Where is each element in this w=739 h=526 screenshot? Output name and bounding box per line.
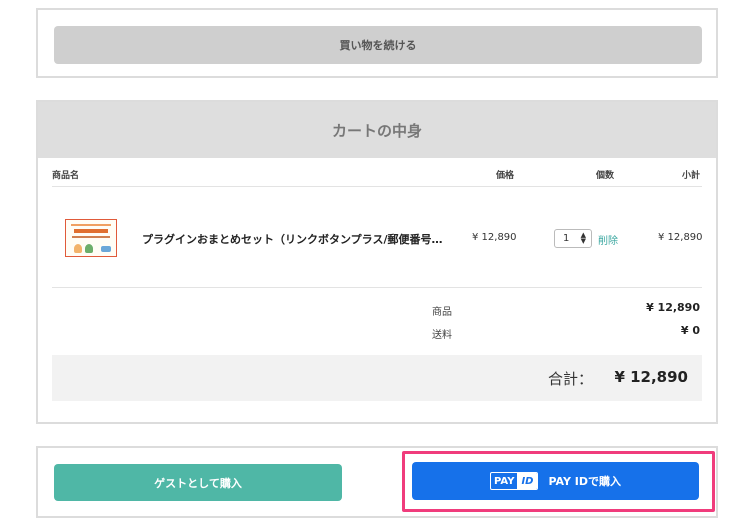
guest-purchase-button[interactable]: ゲストとして購入 bbox=[54, 464, 342, 501]
column-header-subtotal: 小計 bbox=[682, 171, 701, 181]
continue-shopping-panel: 買い物を続ける bbox=[36, 8, 718, 78]
payid-highlight-frame bbox=[402, 451, 715, 512]
total-value: ¥ 12,890 bbox=[614, 368, 688, 386]
quantity-value: 1 bbox=[563, 233, 570, 244]
select-arrows-icon: ▲ ▼ bbox=[580, 231, 586, 245]
cart-panel: カートの中身 商品名 価格 個数 小計 プラグインおまとめセット（リンクボタンプ… bbox=[36, 100, 718, 424]
column-header-product: 商品名 bbox=[52, 171, 80, 181]
shipping-value: ¥ 0 bbox=[680, 324, 700, 337]
cart-title: カートの中身 bbox=[38, 102, 716, 158]
product-name-link[interactable]: プラグインおまとめセット（リンクボタンプラス/郵便番号… bbox=[142, 231, 442, 247]
header-divider bbox=[52, 186, 702, 187]
total-label: 合計： bbox=[548, 370, 594, 388]
products-sum-label: 商品 bbox=[432, 307, 452, 318]
products-sum-value: ¥ 12,890 bbox=[646, 301, 700, 314]
item-divider bbox=[52, 287, 702, 288]
continue-shopping-button[interactable]: 買い物を続ける bbox=[54, 26, 702, 64]
column-header-price: 価格 bbox=[496, 171, 515, 181]
product-thumbnail[interactable] bbox=[65, 219, 117, 257]
total-box: 合計： ¥ 12,890 bbox=[52, 355, 702, 401]
product-subtotal: ¥ 12,890 bbox=[658, 232, 703, 243]
quantity-select[interactable]: 1 ▲ ▼ bbox=[554, 229, 592, 248]
product-price: ¥ 12,890 bbox=[472, 232, 517, 243]
delete-item-link[interactable]: 削除 bbox=[598, 232, 618, 247]
column-header-quantity: 個数 bbox=[596, 171, 615, 181]
shipping-label: 送料 bbox=[432, 330, 452, 341]
